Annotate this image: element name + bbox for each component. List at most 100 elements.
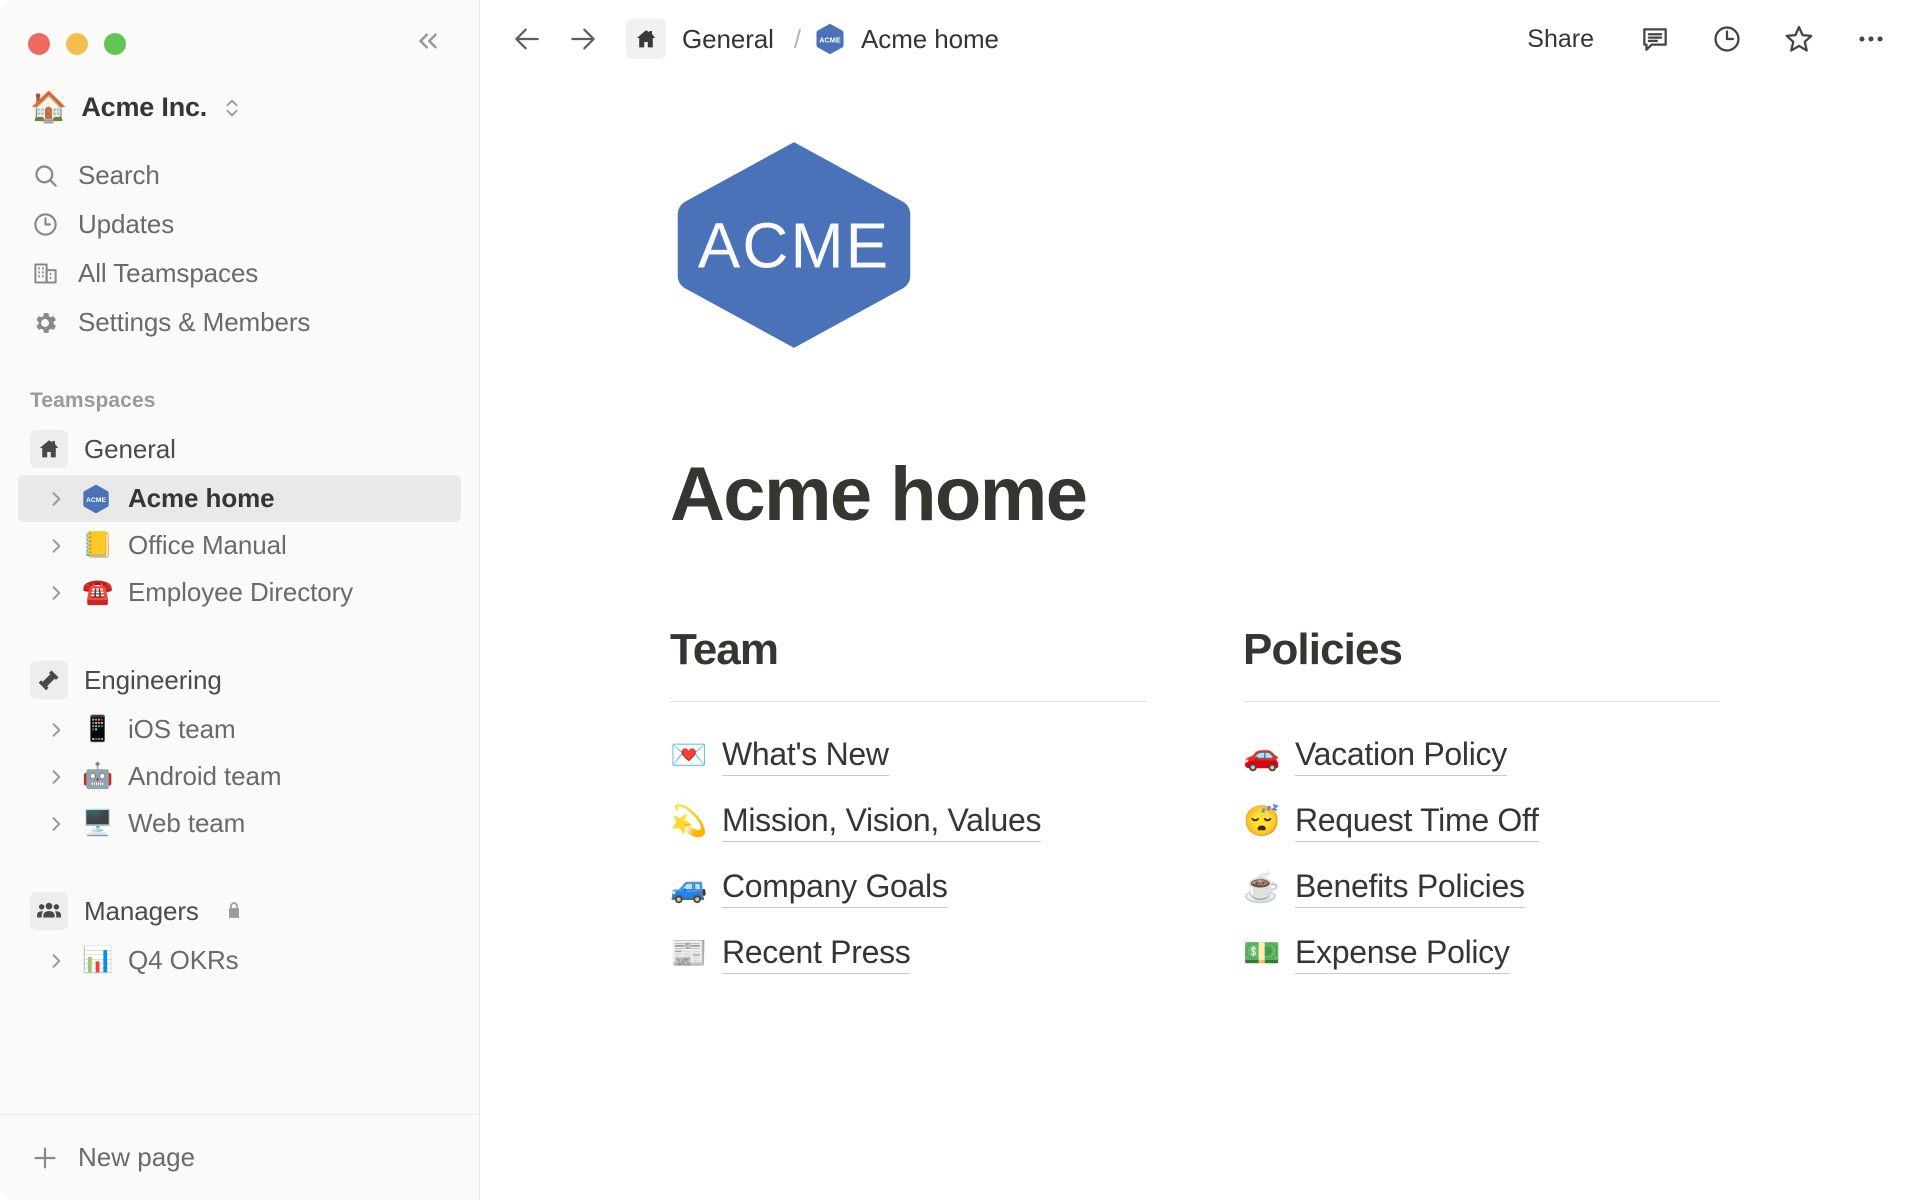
breadcrumb: General / ACME Acme home: [626, 19, 1005, 59]
sidebar-page-acme-home[interactable]: ACME Acme home: [18, 475, 461, 522]
teamspace-engineering[interactable]: Engineering: [18, 654, 461, 706]
sidebar-page-q4-okrs[interactable]: 📊 Q4 OKRs: [18, 937, 461, 984]
clock-history-icon: [1711, 23, 1743, 55]
chevron-right-icon[interactable]: [44, 949, 68, 973]
link-emoji: 💫: [670, 807, 706, 837]
sidebar-item-settings-members[interactable]: Settings & Members: [18, 298, 461, 347]
topbar-actions: Share: [1519, 20, 1890, 58]
link-label: What's New: [722, 736, 889, 776]
breadcrumb-home-icon[interactable]: [626, 19, 666, 59]
sidebar-page-label: Android team: [128, 761, 281, 792]
sidebar-page-web-team[interactable]: 🖥️ Web team: [18, 800, 461, 847]
link-emoji: 📰: [670, 939, 706, 969]
svg-text:ACME: ACME: [698, 210, 890, 282]
svg-text:ACME: ACME: [819, 35, 841, 44]
link-emoji: ☕: [1243, 873, 1279, 903]
acme-hexagon-icon: ACME: [815, 23, 845, 55]
page-icon[interactable]: ACME: [670, 138, 1720, 453]
breadcrumb-current[interactable]: Acme home: [855, 22, 1005, 57]
sidebar-page-label: Acme home: [128, 483, 274, 514]
sidebar-item-label: Updates: [78, 209, 174, 240]
column-heading[interactable]: Policies: [1243, 625, 1720, 675]
star-icon: [1783, 23, 1815, 55]
link-label: Request Time Off: [1295, 802, 1539, 842]
workspace-name: Acme Inc.: [81, 92, 207, 123]
page-link-benefits-policies[interactable]: ☕ Benefits Policies: [1243, 868, 1720, 908]
column-team: Team 💌 What's New 💫 Mission, Vision, Val…: [670, 625, 1147, 1000]
new-page-label: New page: [78, 1142, 195, 1173]
sidebar-page-label: iOS team: [128, 714, 236, 745]
comments-button[interactable]: [1636, 20, 1674, 58]
teamspace-name: Engineering: [84, 665, 222, 696]
more-options-button[interactable]: [1852, 20, 1890, 58]
page-emoji: 📊: [82, 948, 114, 973]
breadcrumb-parent[interactable]: General: [676, 22, 780, 57]
page-link-expense-policy[interactable]: 💵 Expense Policy: [1243, 934, 1720, 974]
page-content: ACME Acme home Team 💌 What's New: [480, 78, 1920, 1200]
teamspace-general[interactable]: General: [18, 423, 461, 475]
link-label: Benefits Policies: [1295, 868, 1525, 908]
chevron-right-icon[interactable]: [44, 534, 68, 558]
sidebar-page-label: Q4 OKRs: [128, 945, 239, 976]
hammer-icon: [30, 661, 68, 699]
link-label: Vacation Policy: [1295, 736, 1507, 776]
sidebar-page-employee-directory[interactable]: ☎️ Employee Directory: [18, 569, 461, 616]
chevron-right-icon[interactable]: [44, 718, 68, 742]
sidebar-page-android-team[interactable]: 🤖 Android team: [18, 753, 461, 800]
close-window-button[interactable]: [28, 33, 50, 55]
page-link-vacation-policy[interactable]: 🚗 Vacation Policy: [1243, 736, 1720, 776]
page-link-whats-new[interactable]: 💌 What's New: [670, 736, 1147, 776]
chevron-right-icon[interactable]: [44, 765, 68, 789]
column-policies: Policies 🚗 Vacation Policy 😴 Request Tim…: [1243, 625, 1720, 1000]
page-emoji: 🖥️: [82, 811, 114, 836]
lock-icon: [223, 900, 245, 922]
chevron-right-icon[interactable]: [44, 581, 68, 605]
link-emoji: 💌: [670, 741, 706, 771]
sidebar-item-all-teamspaces[interactable]: All Teamspaces: [18, 249, 461, 298]
page-link-mission-vision-values[interactable]: 💫 Mission, Vision, Values: [670, 802, 1147, 842]
plus-icon: [30, 1143, 60, 1173]
sidebar-item-search[interactable]: Search: [18, 151, 461, 200]
sidebar-nav: Search Updates: [18, 151, 461, 347]
share-button[interactable]: Share: [1519, 21, 1602, 58]
teamspace-managers[interactable]: Managers: [18, 885, 461, 937]
breadcrumb-separator: /: [790, 24, 805, 55]
link-emoji: 🚗: [1243, 741, 1279, 771]
acme-hexagon-icon: ACME: [82, 484, 110, 514]
house-icon: [634, 27, 658, 51]
link-label: Company Goals: [722, 868, 948, 908]
chevron-right-icon[interactable]: [44, 812, 68, 836]
history-nav: [510, 22, 600, 56]
page-link-recent-press[interactable]: 📰 Recent Press: [670, 934, 1147, 974]
favorite-button[interactable]: [1780, 20, 1818, 58]
sidebar-page-office-manual[interactable]: 📒 Office Manual: [18, 522, 461, 569]
sidebar-page-label: Employee Directory: [128, 577, 353, 608]
building-icon: [30, 259, 60, 289]
workspace-switcher[interactable]: 🏠 Acme Inc.: [18, 84, 461, 131]
chevron-right-icon[interactable]: [44, 487, 68, 511]
collapse-sidebar-button[interactable]: [407, 20, 449, 62]
sidebar-item-updates[interactable]: Updates: [18, 200, 461, 249]
sidebar-page-ios-team[interactable]: 📱 iOS team: [18, 706, 461, 753]
back-button[interactable]: [510, 22, 544, 56]
page-link-company-goals[interactable]: 🚙 Company Goals: [670, 868, 1147, 908]
forward-button[interactable]: [566, 22, 600, 56]
link-emoji: 🚙: [670, 873, 706, 903]
sidebar-item-label: All Teamspaces: [78, 258, 258, 289]
link-label: Recent Press: [722, 934, 910, 974]
new-page-button[interactable]: New page: [0, 1114, 479, 1200]
maximize-window-button[interactable]: [104, 33, 126, 55]
page-history-button[interactable]: [1708, 20, 1746, 58]
sidebar-item-label: Settings & Members: [78, 307, 310, 338]
teamspaces-section-label: Teamspaces: [0, 389, 479, 413]
page-emoji: ☎️: [82, 580, 114, 605]
acme-badge-icon: ACME: [82, 484, 114, 514]
minimize-window-button[interactable]: [66, 33, 88, 55]
main-area: General / ACME Acme home Share: [480, 0, 1920, 1200]
chevron-up-down-icon: [221, 97, 243, 119]
search-icon: [30, 161, 60, 191]
page-link-request-time-off[interactable]: 😴 Request Time Off: [1243, 802, 1720, 842]
column-heading[interactable]: Team: [670, 625, 1147, 675]
page-emoji: 🤖: [82, 764, 114, 789]
page-title[interactable]: Acme home: [670, 453, 1720, 537]
